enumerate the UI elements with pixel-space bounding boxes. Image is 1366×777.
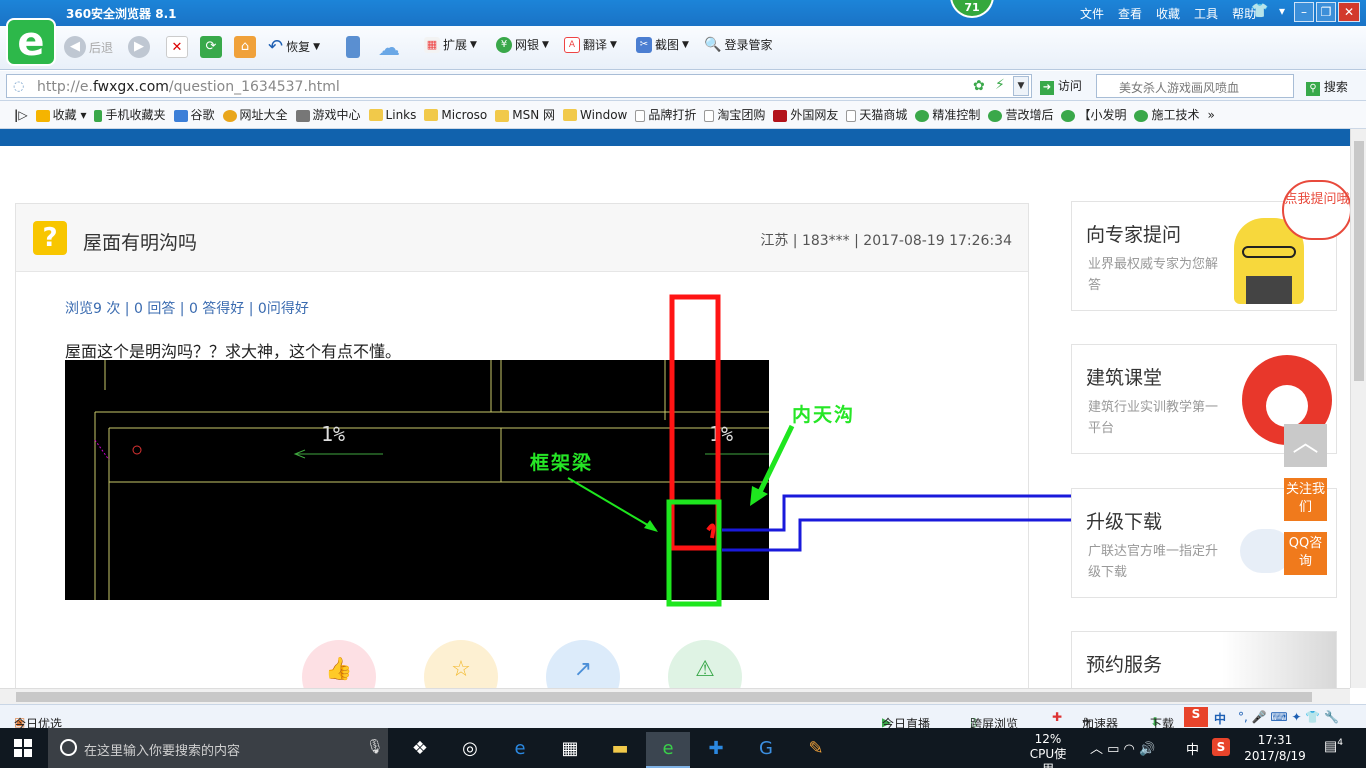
vertical-scroll-thumb[interactable]: [1354, 141, 1364, 381]
course-subtitle: 建筑行业实训教学第一平台: [1088, 400, 1219, 436]
expert-subtitle: 业界最权威专家为您解答: [1088, 257, 1219, 293]
taskbar-search[interactable]: 在这里输入你要搜索的内容 🎙: [48, 728, 388, 768]
file-explorer-icon[interactable]: ▬: [598, 732, 642, 768]
ime-tools-icon[interactable]: °, 🎤 ⌨ ✦ 👕 🔧: [1238, 710, 1339, 724]
service-title: 预约服务: [1086, 654, 1163, 676]
expert-title: 向专家提问: [1086, 224, 1182, 246]
horizontal-scroll-thumb[interactable]: [16, 692, 1312, 702]
action-center-icon[interactable]: ▤4: [1324, 738, 1343, 755]
course-title: 建筑课堂: [1086, 367, 1163, 389]
cpu-meter[interactable]: 12% CPU使用: [1026, 732, 1070, 777]
label-frame-beam: 框架梁: [530, 452, 594, 474]
task-view-icon[interactable]: ❖: [398, 732, 442, 768]
windows-start-icon[interactable]: [14, 739, 32, 757]
cortana-icon: [60, 739, 77, 756]
sogou-tray-icon[interactable]: S: [1212, 738, 1230, 756]
service-card[interactable]: 预约服务: [1071, 631, 1337, 691]
back-to-top-button[interactable]: ︿: [1284, 424, 1327, 467]
status-bar: ▣ 今日优选 ▶ 今日直播 ▯ 跨屏浏览 ✚ ✈ 加速器 ⬇ 下载 S 中 °,…: [0, 704, 1366, 731]
app-swirl-icon[interactable]: ◎: [448, 732, 492, 768]
taskbar: 在这里输入你要搜索的内容 🎙 ❖ ◎ e ▦ ▬ e ✚ G ✎ 12% CPU…: [0, 728, 1366, 776]
vertical-scrollbar[interactable]: [1350, 129, 1366, 688]
ime-mode[interactable]: 中: [1214, 710, 1226, 727]
microphone-icon[interactable]: 🎙: [366, 739, 384, 755]
store-icon[interactable]: ▦: [548, 732, 592, 768]
edge-icon[interactable]: e: [498, 732, 542, 768]
app-plus-icon[interactable]: ✚: [694, 732, 738, 768]
horizontal-scrollbar[interactable]: [0, 688, 1350, 704]
handshake-image: [1222, 632, 1336, 690]
label-inner-gutter: 内天沟: [792, 404, 856, 426]
glodon-icon[interactable]: G: [744, 732, 788, 768]
tray-icons[interactable]: ︿ ▭ ◠ 🔊: [1090, 738, 1155, 757]
360-browser-taskbar-icon[interactable]: e: [646, 732, 690, 768]
language-indicator[interactable]: 中: [1186, 739, 1199, 758]
clock[interactable]: 17:31 2017/8/19: [1240, 732, 1310, 764]
upgrade-subtitle: 广联达官方唯一指定升级下载: [1088, 544, 1219, 580]
upgrade-title: 升级下载: [1086, 511, 1163, 533]
qq-consult-button[interactable]: QQ咨询: [1284, 532, 1327, 575]
follow-us-button[interactable]: 关注我们: [1284, 478, 1327, 521]
sogou-ime-icon[interactable]: S: [1184, 707, 1208, 727]
security-shield-icon[interactable]: ✚: [1052, 710, 1062, 724]
notes-icon[interactable]: ✎: [794, 732, 838, 768]
ask-me-bubble[interactable]: 点我提问哦: [1282, 180, 1352, 240]
